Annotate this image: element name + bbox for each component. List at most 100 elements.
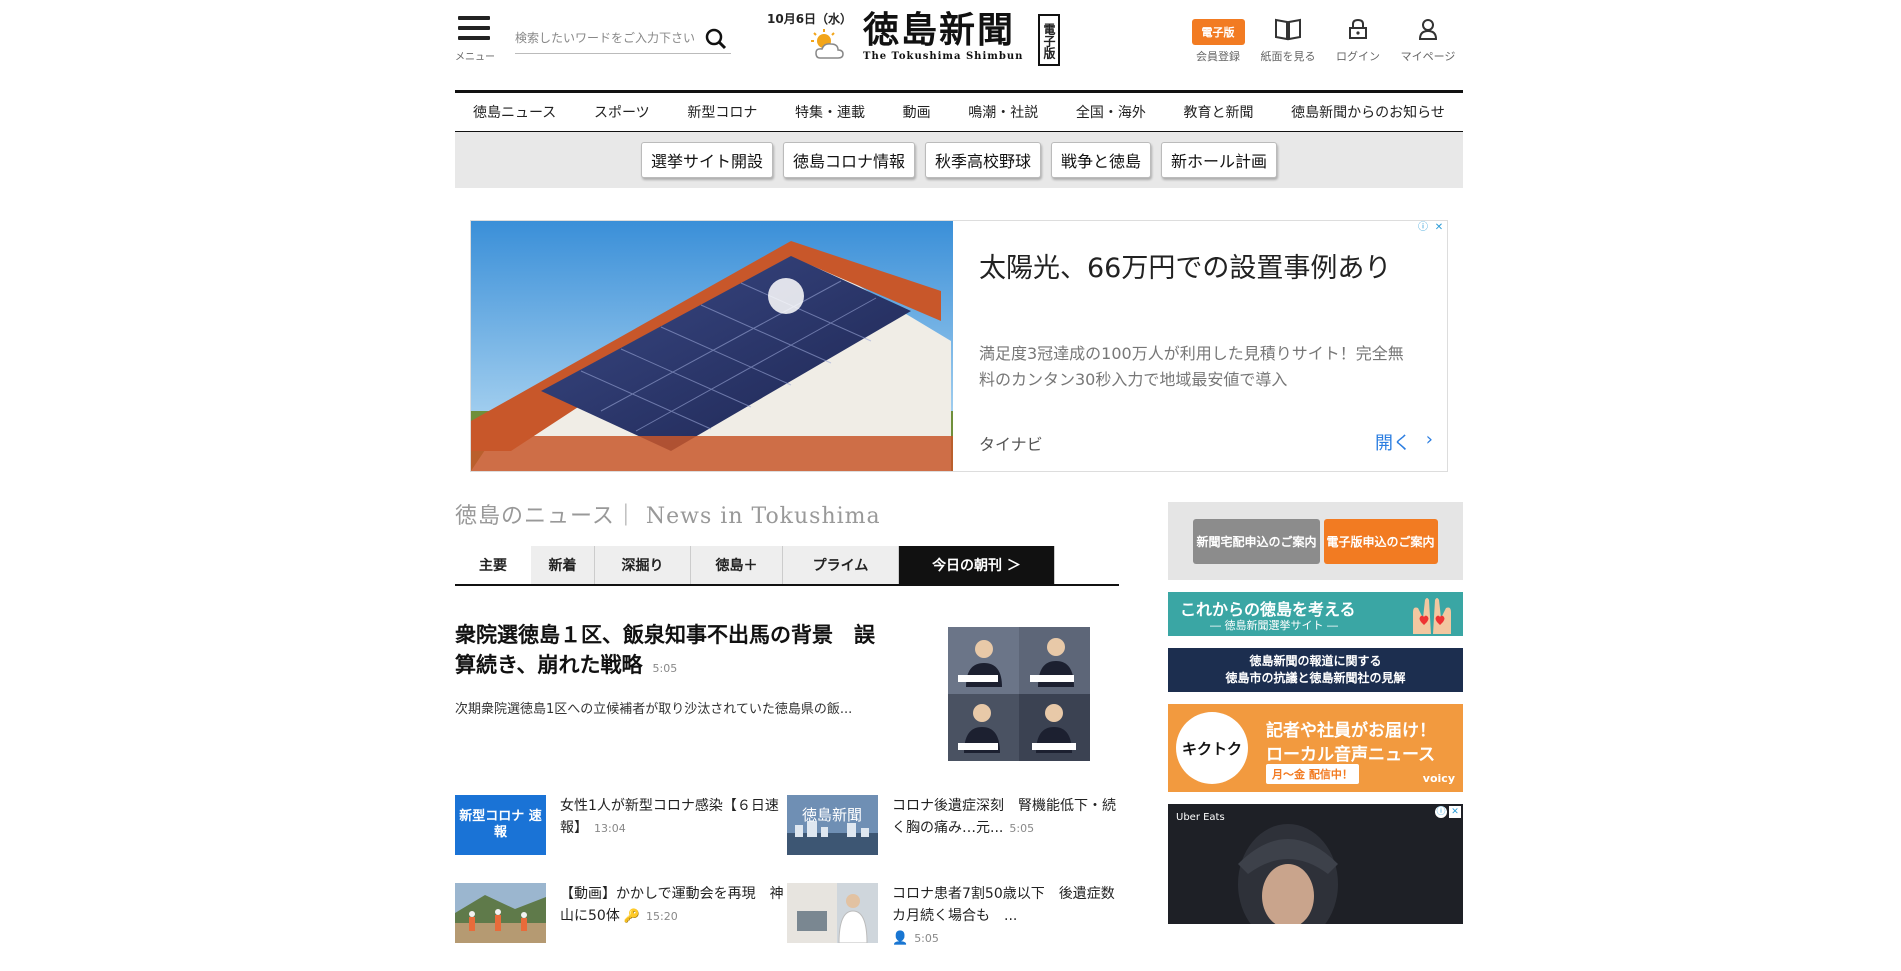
nav-national[interactable]: 全国・海外 <box>1076 102 1146 122</box>
nav-tokushima-news[interactable]: 徳島ニュース <box>473 102 556 122</box>
lead-article[interactable]: 衆院選徳島１区、飯泉知事不出馬の背景 誤算続き、崩れた戦略 5:05 次期衆院選徳… <box>455 620 1119 765</box>
logo-text: 徳島新聞 <box>863 9 1016 51</box>
topic-tag-bar: 選挙サイト開設 徳島コロナ情報 秋季高校野球 戦争と徳島 新ホール計画 <box>455 132 1463 188</box>
mypage-label: マイページ <box>1400 50 1456 63</box>
tab-todays-morning-paper[interactable]: 今日の朝刊 ＞ <box>899 546 1055 584</box>
tag-war-and-tokushima[interactable]: 戦争と徳島 <box>1051 142 1152 178</box>
ad-close-icon[interactable]: ✕ <box>1449 806 1461 818</box>
news-item-time: 15:20 <box>646 910 678 923</box>
news-item-title: コロナ後遺症深刻 腎機能低下・続く胸の痛み…元... 5:05 <box>892 798 1116 836</box>
ad-choices: ⓘ ✕ <box>1416 221 1446 235</box>
news-thumb-scarecrow-photo <box>455 883 546 943</box>
news-item-2[interactable]: 徳島新聞 コロナ後遺症深刻 腎機能低下・続く胸の痛み…元... 5:05 <box>787 795 1119 883</box>
lead-time: 5:05 <box>652 662 678 675</box>
news-item-4[interactable]: コロナ患者7割50歳以下 後遺症数カ月続く場合も ... 👤 5:05 <box>787 883 1119 971</box>
login-button[interactable]: ログイン <box>1323 14 1393 64</box>
mypage-button[interactable]: マイページ <box>1393 14 1463 64</box>
ad-title[interactable]: 太陽光、66万円での設置事例あり <box>979 249 1419 289</box>
site-header: メニュー 10月6日（水） 徳島新聞 The Tokushima Shimbun… <box>455 0 1463 90</box>
lead-photo[interactable] <box>948 627 1090 761</box>
nav-sports[interactable]: スポーツ <box>594 102 650 122</box>
key-icon: 🔑 <box>623 909 641 924</box>
kikutoku-logo: キクトク <box>1176 712 1248 784</box>
tab-deep-dive[interactable]: 深掘り <box>595 546 691 584</box>
lock-icon <box>1349 18 1367 39</box>
view-paper-button[interactable]: 紙面を見る <box>1253 14 1323 64</box>
news-item-time: 5:05 <box>1009 822 1035 835</box>
logo-english: The Tokushima Shimbun <box>863 51 1024 62</box>
ad-close-icon[interactable]: ✕ <box>1432 221 1446 235</box>
hamburger-icon <box>455 16 495 40</box>
epaper-badge: 電子版 <box>1191 19 1245 45</box>
nav-video[interactable]: 動画 <box>903 102 931 122</box>
sidebar: 新聞宅配申込のご案内 電子版申込のご案内 これからの徳島を考える ― 徳島新聞選… <box>1168 502 1463 924</box>
search-input[interactable] <box>515 24 699 52</box>
user-icon <box>1418 19 1438 40</box>
nav-education[interactable]: 教育と新聞 <box>1184 102 1254 122</box>
ad-advertiser: タイナビ <box>979 435 1043 454</box>
advertisement[interactable]: 太陽光、66万円での設置事例あり 満足度3冠達成の100万人が利用した見積りサイ… <box>470 220 1448 472</box>
view-paper-label: 紙面を見る <box>1260 50 1316 63</box>
svg-text:徳島新聞: 徳島新聞 <box>802 806 862 824</box>
nav-features[interactable]: 特集・連載 <box>795 102 865 122</box>
subscription-box: 新聞宅配申込のご案内 電子版申込のご案内 <box>1168 502 1463 580</box>
uber-eats-ad[interactable]: Uber Eats ⓘ ✕ <box>1168 804 1463 924</box>
report-statement-banner[interactable]: 徳島新聞の報道に関する 徳島市の抗議と徳島新聞社の見解 <box>1168 648 1463 692</box>
premium-user-icon: 👤 <box>892 931 909 946</box>
news-list: 新型コロナ 速報 女性1人が新型コロナ感染【６日速報】 13:04 徳島新聞 コロ… <box>455 795 1119 971</box>
ad-info-icon[interactable]: ⓘ <box>1416 221 1430 235</box>
search-icon[interactable] <box>705 28 727 50</box>
news-item-3[interactable]: 【動画】かかしで運動会を再現 神山に50体 🔑 15:20 <box>455 883 787 971</box>
member-register-label: 会員登録 <box>1196 50 1240 63</box>
tag-corona-info[interactable]: 徳島コロナ情報 <box>782 142 915 178</box>
nav-announcements[interactable]: 徳島新聞からのお知らせ <box>1291 102 1445 122</box>
election-site-banner[interactable]: これからの徳島を考える ― 徳島新聞選挙サイト ― <box>1168 592 1463 636</box>
nav-corona[interactable]: 新型コロナ <box>687 102 757 122</box>
lead-summary: 次期衆院選徳島1区への立候補者が取り沙汰されていた徳島県の飯... <box>455 702 853 717</box>
menu-label: メニュー <box>455 52 495 63</box>
news-thumb-tokushima-logo: 徳島新聞 <box>787 795 878 855</box>
ad-open-button[interactable]: 開く <box>1375 429 1411 455</box>
site-logo[interactable]: 徳島新聞 The Tokushima Shimbun 電子版 <box>863 10 1063 66</box>
news-item-time: 13:04 <box>594 822 626 835</box>
news-item-title: 【動画】かかしで運動会を再現 神山に50体 🔑 15:20 <box>560 886 784 924</box>
voicy-logo: voicy <box>1422 772 1455 785</box>
tag-election-site[interactable]: 選挙サイト開設 <box>640 142 773 178</box>
tag-autumn-baseball[interactable]: 秋季高校野球 <box>924 142 1041 178</box>
corona-breaking-thumb: 新型コロナ 速報 <box>455 795 546 855</box>
login-label: ログイン <box>1336 50 1380 63</box>
nav-editorial[interactable]: 鳴潮・社説 <box>968 102 1038 122</box>
news-item-1[interactable]: 新型コロナ 速報 女性1人が新型コロナ感染【６日速報】 13:04 <box>455 795 787 883</box>
tab-tokushima-plus[interactable]: 徳島＋ <box>691 546 783 584</box>
voice-news-banner[interactable]: キクトク 記者や社員がお届け！ ローカル音声ニュース 月〜金 配信中！ voic… <box>1168 704 1463 792</box>
news-item-time: 5:05 <box>914 932 939 945</box>
ad-text-panel[interactable]: 太陽光、66万円での設置事例あり 満足度3冠達成の100万人が利用した見積りサイ… <box>953 221 1447 471</box>
ad-description: 満足度3冠達成の100万人が利用した見積りサイト！完全無料のカンタン30秒入力で… <box>979 344 1404 389</box>
delivery-subscribe-button[interactable]: 新聞宅配申込のご案内 <box>1193 518 1320 564</box>
news-thumb-doctor-photo <box>787 883 878 943</box>
hands-heart-icon <box>1413 598 1451 634</box>
news-item-title: コロナ患者7割50歳以下 後遺症数カ月続く場合も ... 👤 5:05 <box>892 886 1115 946</box>
main-nav: 徳島ニュース スポーツ 新型コロナ 特集・連載 動画 鳴潮・社説 全国・海外 教… <box>455 90 1463 132</box>
section-heading: 徳島のニュース｜ News in Tokushima <box>455 504 881 529</box>
news-tabs: 主要 新着 深掘り 徳島＋ プライム 今日の朝刊 ＞ <box>455 546 1119 586</box>
menu-button[interactable]: メニュー <box>455 16 495 63</box>
news-item-title: 女性1人が新型コロナ感染【６日速報】 13:04 <box>560 798 779 836</box>
ad-info-icon[interactable]: ⓘ <box>1435 806 1447 818</box>
header-actions: 電子版 会員登録 紙面を見る ログイン マイページ <box>1183 14 1463 64</box>
tab-main[interactable]: 主要 <box>455 546 531 584</box>
sunny-cloudy-icon <box>811 29 844 59</box>
tab-latest[interactable]: 新着 <box>531 546 595 584</box>
search-box <box>515 24 731 54</box>
lead-title[interactable]: 衆院選徳島１区、飯泉知事不出馬の背景 誤算続き、崩れた戦略 5:05 <box>455 620 895 684</box>
current-date: 10月6日（水） <box>767 12 853 26</box>
logo-edition-badge: 電子版 <box>1038 14 1060 66</box>
book-icon <box>1275 18 1301 41</box>
member-register-button[interactable]: 電子版 会員登録 <box>1183 14 1253 64</box>
tag-new-hall[interactable]: 新ホール計画 <box>1161 142 1278 178</box>
chevron-right-icon[interactable]: › <box>1426 429 1433 450</box>
ad-solar-roof-image[interactable] <box>471 221 953 471</box>
digital-subscribe-button[interactable]: 電子版申込のご案内 <box>1323 518 1438 564</box>
tab-prime[interactable]: プライム <box>783 546 899 584</box>
page: メニュー 10月6日（水） 徳島新聞 The Tokushima Shimbun… <box>455 0 1463 946</box>
